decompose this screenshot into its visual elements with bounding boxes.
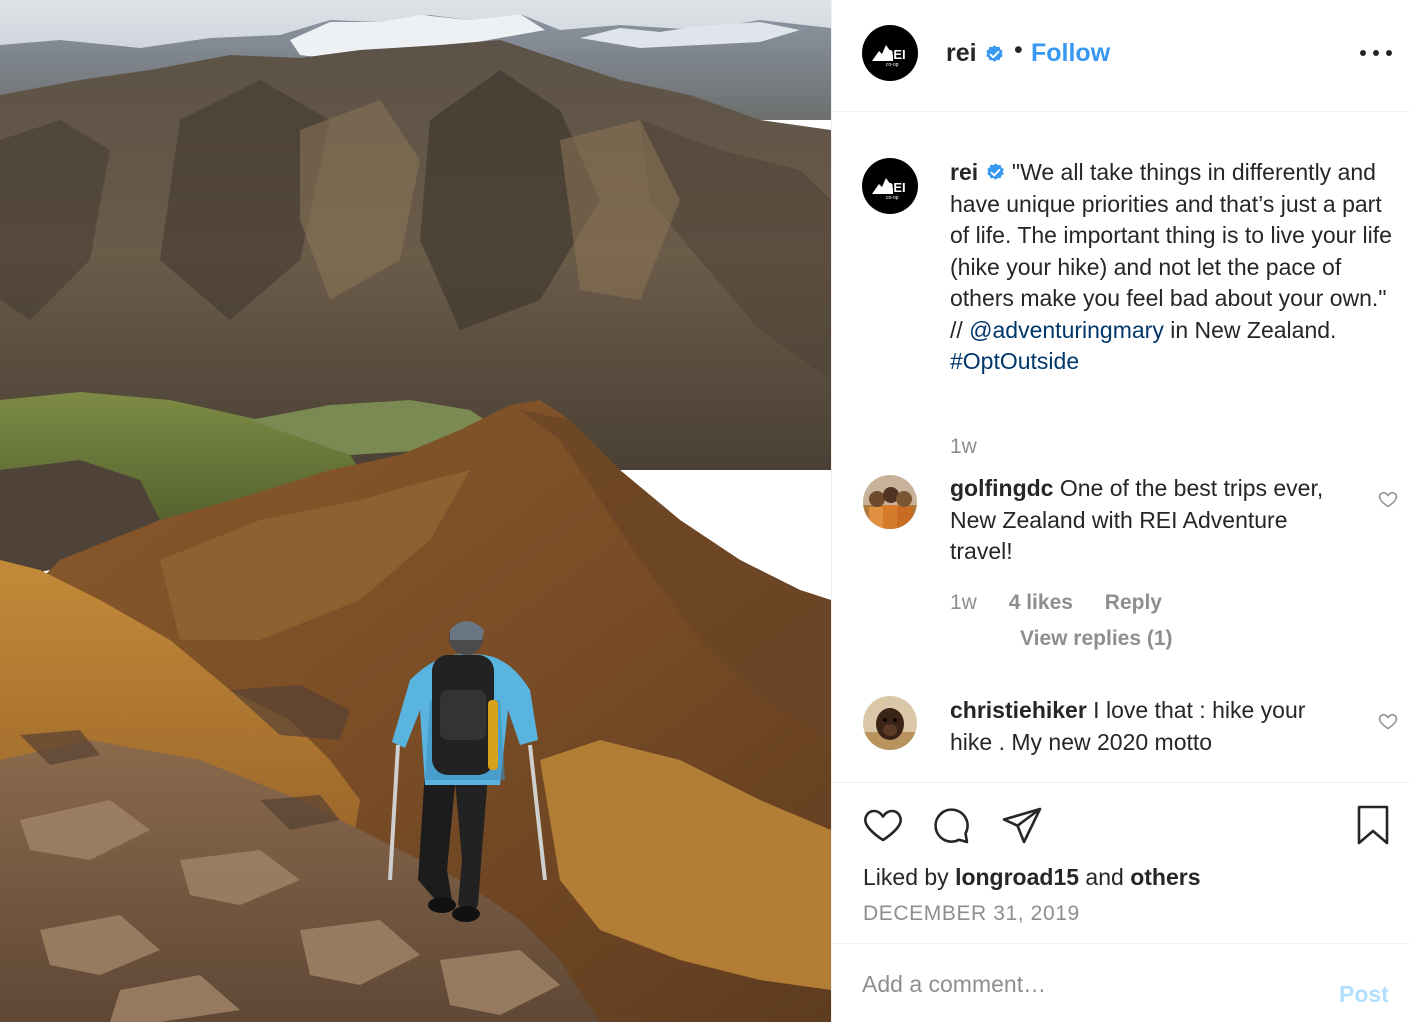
verified-badge-icon (986, 45, 1003, 62)
caption-username[interactable]: rei (950, 159, 978, 185)
header-separator: • (1014, 36, 1023, 64)
group-photo-avatar (863, 475, 917, 529)
liked-by-user-link[interactable]: longroad15 (955, 864, 1079, 890)
comments-section[interactable]: REI co-op rei "We all take things in dif… (832, 113, 1410, 783)
heart-icon[interactable] (861, 803, 905, 847)
comment-icon[interactable] (929, 803, 973, 847)
caption-body: "We all take things in differently and h… (950, 159, 1392, 343)
svg-text:co-op: co-op (886, 195, 899, 201)
comment-text: golfingdc One of the best trips ever, Ne… (950, 473, 1350, 568)
add-comment-input[interactable] (862, 969, 1322, 999)
mountain-hiker-photo (0, 0, 831, 1022)
more-horizontal-icon[interactable] (1360, 50, 1394, 58)
dog-photo-avatar (863, 696, 917, 750)
comment-meta: 1w 4 likes Reply (950, 591, 1188, 615)
svg-text:co-op: co-op (886, 62, 899, 68)
add-comment-bar: Post (832, 945, 1410, 1022)
follow-button[interactable]: Follow (1031, 39, 1110, 68)
comment-username[interactable]: golfingdc (950, 475, 1053, 501)
post-comment-button[interactable]: Post (1339, 981, 1389, 1008)
author-avatar[interactable]: REI co-op (862, 25, 918, 81)
rei-logo-icon: REI co-op (872, 45, 906, 68)
comment-reply-button[interactable]: Reply (1105, 591, 1162, 614)
caption-timestamp[interactable]: 1w (950, 435, 977, 459)
view-replies-button[interactable]: View replies (1) (1020, 627, 1173, 651)
commenter-avatar[interactable] (863, 475, 917, 529)
caption-location-text: in New Zealand. (1163, 316, 1337, 343)
caption-text: rei "We all take things in differently a… (950, 157, 1400, 378)
comment-like-heart-icon[interactable] (1378, 489, 1398, 509)
bookmark-icon[interactable] (1351, 803, 1395, 847)
svg-text:REI: REI (884, 180, 906, 195)
post-detail-panel: REI co-op rei • Follow REI co-op rei "We… (831, 0, 1410, 1022)
caption-author-avatar[interactable]: REI co-op (862, 158, 918, 214)
post-photo[interactable] (0, 0, 831, 1022)
post-date[interactable]: DECEMBER 31, 2019 (863, 902, 1080, 926)
rei-logo-icon: REI co-op (872, 178, 906, 201)
liked-by-others-link[interactable]: others (1130, 864, 1200, 890)
share-icon[interactable] (1000, 803, 1044, 847)
svg-text:REI: REI (884, 47, 906, 62)
author-username[interactable]: rei (946, 39, 977, 68)
commenter-avatar[interactable] (863, 696, 917, 750)
liked-by-prefix: Liked by (863, 864, 956, 890)
comment-text: christiehiker I love that : hike your hi… (950, 695, 1350, 758)
caption-hashtag-link[interactable]: #OptOutside (950, 348, 1079, 374)
comment-username[interactable]: christiehiker (950, 697, 1087, 723)
post-header: REI co-op rei • Follow (832, 0, 1410, 112)
comment-likes-count[interactable]: 4 likes (1009, 591, 1073, 614)
caption-mention-link[interactable]: @adventuringmary (969, 317, 1164, 343)
liked-by-summary: Liked by longroad15 and others (863, 864, 1200, 891)
comment-like-heart-icon[interactable] (1378, 711, 1398, 731)
post-actions: Liked by longroad15 and others DECEMBER … (832, 784, 1410, 944)
liked-by-conjunction: and (1079, 864, 1131, 890)
comment-timestamp[interactable]: 1w (950, 591, 977, 614)
verified-badge-icon (986, 163, 1004, 180)
